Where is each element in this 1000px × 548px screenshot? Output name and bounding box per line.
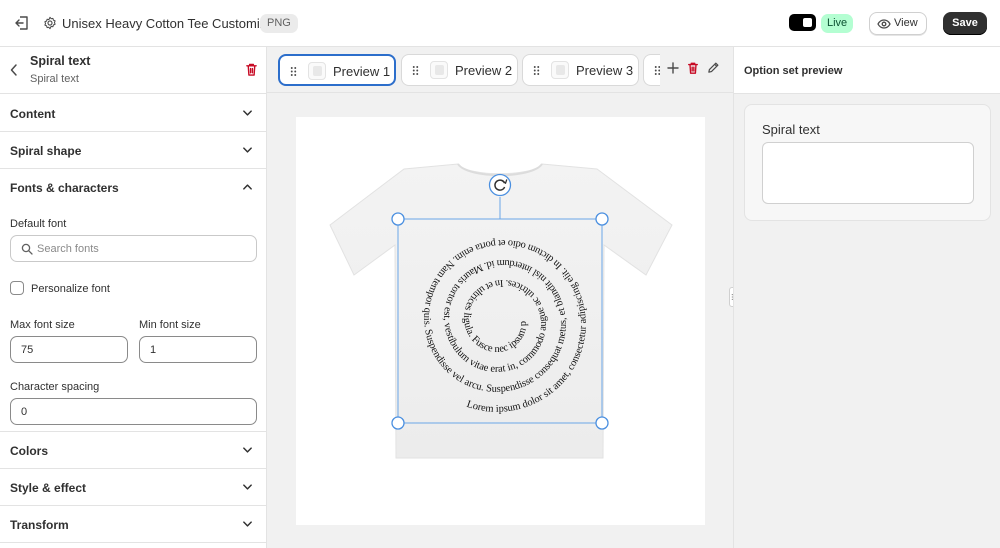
character-spacing-label: Character spacing xyxy=(10,381,100,393)
chevron-down-icon xyxy=(243,147,252,153)
view-button[interactable]: View xyxy=(869,12,927,35)
section-label: Colors xyxy=(10,444,49,458)
product-title: Unisex Heavy Cotton Tee Customix xyxy=(62,16,267,31)
resize-handle[interactable] xyxy=(595,212,609,226)
edit-icon[interactable] xyxy=(707,61,720,74)
spiral-text-input[interactable] xyxy=(762,142,974,204)
option-set-panel: Option set preview Spiral text xyxy=(733,47,1000,548)
min-font-size-label: Min font size xyxy=(139,319,201,331)
chevron-down-icon xyxy=(243,447,252,453)
search-placeholder: Search fonts xyxy=(37,243,99,255)
layer-settings-panel: Spiral text Spiral text Content Spiral s… xyxy=(0,47,267,548)
character-spacing-input[interactable]: 0 xyxy=(10,398,257,425)
character-spacing-value: 0 xyxy=(21,406,28,418)
tab-preview-1[interactable]: Preview 1 xyxy=(278,54,396,86)
tab-preview-2[interactable]: Preview 2 xyxy=(401,54,518,86)
live-toggle[interactable] xyxy=(789,14,816,31)
section-label: Style & effect xyxy=(10,481,87,495)
resize-handle[interactable] xyxy=(391,212,405,226)
max-font-size-value: 75 xyxy=(21,344,34,356)
file-type-badge: PNG xyxy=(260,14,298,33)
preview-thumbnail xyxy=(430,61,448,79)
top-bar: Unisex Heavy Cotton Tee Customix PNG Liv… xyxy=(0,0,1000,47)
tshirt-preview: Lorem ipsum dolor sit amet, consectetur … xyxy=(291,109,673,459)
save-button[interactable]: Save xyxy=(943,12,987,35)
delete-layer-icon[interactable] xyxy=(245,62,258,77)
resize-handle[interactable] xyxy=(595,416,609,430)
fonts-section-body: Default font Search fonts Personalize fo… xyxy=(0,206,266,432)
drag-handle-icon[interactable] xyxy=(412,65,419,76)
default-font-label: Default font xyxy=(10,218,67,230)
option-set-header: Option set preview xyxy=(734,47,1000,94)
personalize-font-label: Personalize font xyxy=(31,283,110,295)
min-font-size-value: 1 xyxy=(150,344,157,356)
layer-subtitle: Spiral text xyxy=(30,73,79,85)
tab-preview-3[interactable]: Preview 3 xyxy=(522,54,639,86)
section-transform[interactable]: Transform xyxy=(0,506,266,543)
chevron-down-icon xyxy=(243,521,252,527)
resize-handle[interactable] xyxy=(391,416,405,430)
drag-handle-icon[interactable] xyxy=(533,65,540,76)
delete-preview-icon[interactable] xyxy=(687,61,699,75)
section-fonts[interactable]: Fonts & characters xyxy=(0,169,266,206)
tab-actions xyxy=(660,54,733,86)
preview-workspace: Preview 1 Preview 2 Preview 3 Lorem ipsu… xyxy=(267,47,738,548)
layer-header: Spiral text Spiral text xyxy=(0,47,266,94)
section-colors[interactable]: Colors xyxy=(0,432,266,469)
preview-thumbnail xyxy=(308,62,326,80)
section-content[interactable]: Content xyxy=(0,95,266,132)
personalize-font-checkbox[interactable] xyxy=(10,281,24,295)
eye-icon xyxy=(877,19,891,29)
section-label: Content xyxy=(10,107,56,121)
add-icon[interactable] xyxy=(667,62,679,74)
min-font-size-input[interactable]: 1 xyxy=(139,336,257,363)
option-card: Spiral text xyxy=(744,104,991,221)
max-font-size-label: Max font size xyxy=(10,319,75,331)
chevron-up-icon xyxy=(243,184,252,190)
section-style-effect[interactable]: Style & effect xyxy=(0,469,266,506)
chevron-left-icon[interactable] xyxy=(9,63,19,77)
option-card-title: Spiral text xyxy=(762,122,820,137)
layer-title: Spiral text xyxy=(30,54,91,68)
section-label: Fonts & characters xyxy=(10,181,119,195)
chevron-down-icon xyxy=(243,484,252,490)
tab-label: Preview 2 xyxy=(455,63,513,78)
tab-label: Preview 1 xyxy=(333,64,391,79)
chevron-down-icon xyxy=(243,110,252,116)
rotate-handle[interactable] xyxy=(488,173,512,197)
live-status-badge: Live xyxy=(821,14,854,33)
tab-label: Preview 3 xyxy=(576,63,634,78)
preview-canvas: Lorem ipsum dolor sit amet, consectetur … xyxy=(291,109,705,525)
view-label: View xyxy=(894,17,918,29)
section-label: Transform xyxy=(10,518,69,532)
drag-handle-icon[interactable] xyxy=(290,66,297,77)
section-spiral-shape[interactable]: Spiral shape xyxy=(0,132,266,169)
search-icon xyxy=(21,243,33,255)
font-search-input[interactable]: Search fonts xyxy=(10,235,257,262)
preview-thumbnail xyxy=(551,61,569,79)
option-set-title: Option set preview xyxy=(744,65,843,77)
max-font-size-input[interactable]: 75 xyxy=(10,336,128,363)
gear-icon xyxy=(44,16,56,30)
section-label: Spiral shape xyxy=(10,144,82,158)
preview-tabs: Preview 1 Preview 2 Preview 3 xyxy=(267,47,733,93)
exit-icon[interactable] xyxy=(14,14,30,32)
